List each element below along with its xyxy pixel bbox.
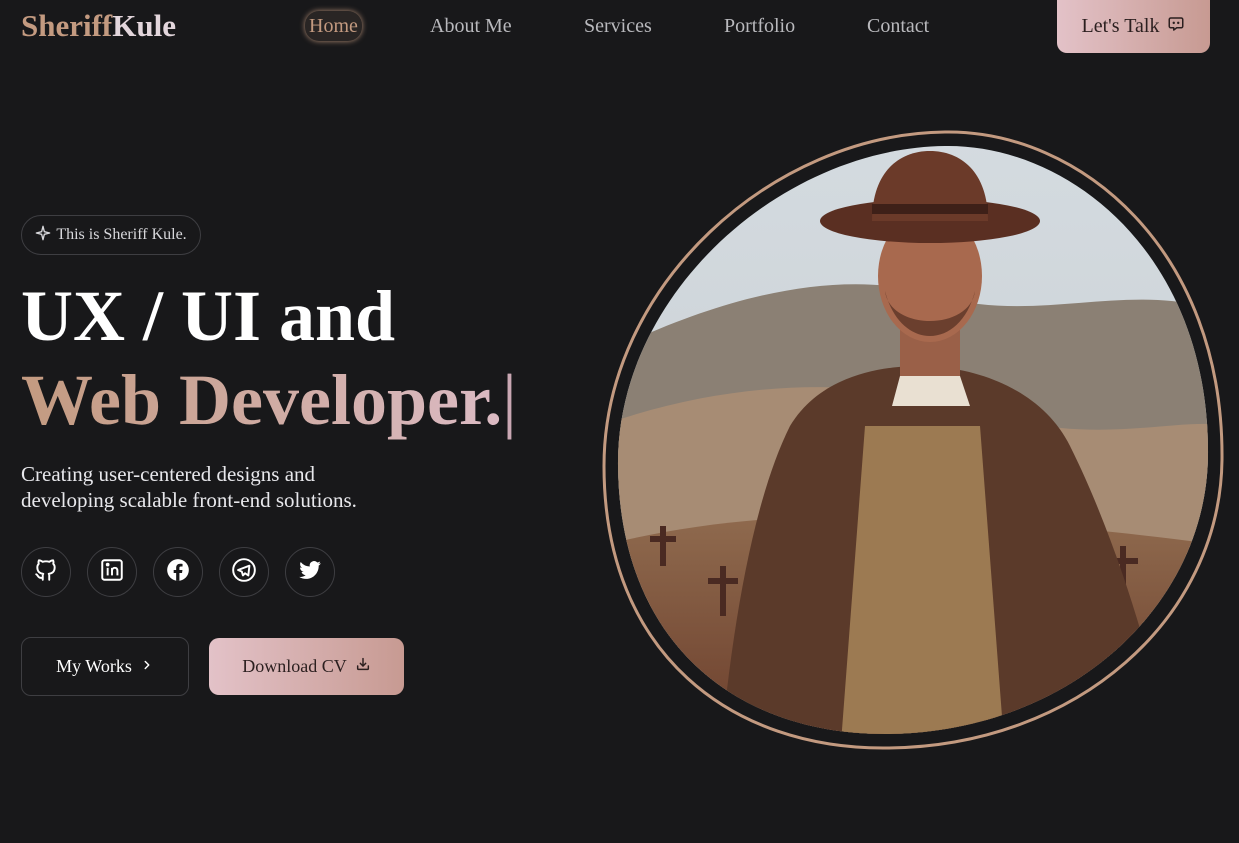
download-cv-button[interactable]: Download CV (209, 638, 404, 695)
telegram-icon (231, 557, 257, 588)
hero-title-line-2: Web Developer.| (21, 358, 517, 442)
site-logo[interactable]: SheriffKule (21, 8, 176, 44)
typing-cursor: | (502, 360, 517, 440)
nav-item-services[interactable]: Services (584, 11, 652, 41)
linkedin-icon (99, 557, 125, 588)
lets-talk-label: Let's Talk (1081, 15, 1160, 37)
download-cv-label: Download CV (242, 656, 347, 676)
nav-item-home[interactable]: Home (305, 11, 362, 41)
twitter-link[interactable] (285, 547, 335, 597)
github-link[interactable] (21, 547, 71, 597)
my-works-label: My Works (56, 656, 132, 676)
logo-first-part: Sheriff (21, 8, 113, 43)
portrait-photo (602, 130, 1224, 750)
twitter-icon (297, 557, 323, 588)
facebook-icon (165, 557, 191, 588)
chevron-right-icon (140, 656, 154, 677)
logo-second-part: Kule (112, 8, 176, 43)
social-links (21, 547, 335, 597)
portrait-frame (600, 126, 1230, 756)
hero-title-line-1: UX / UI and (21, 276, 396, 356)
nav-item-portfolio[interactable]: Portfolio (724, 11, 795, 41)
nav-item-contact[interactable]: Contact (867, 11, 929, 41)
linkedin-link[interactable] (87, 547, 137, 597)
sparkle-icon (35, 225, 51, 246)
hero-description: Creating user-centered designs and devel… (21, 462, 357, 512)
github-icon (33, 557, 59, 588)
intro-tag: This is Sheriff Kule. (21, 215, 201, 255)
my-works-button[interactable]: My Works (21, 637, 189, 696)
download-icon (355, 656, 371, 677)
telegram-link[interactable] (219, 547, 269, 597)
chat-bubble-icon (1167, 15, 1185, 39)
intro-tag-text: This is Sheriff Kule. (56, 226, 187, 243)
facebook-link[interactable] (153, 547, 203, 597)
lets-talk-button[interactable]: Let's Talk (1057, 0, 1210, 53)
nav-item-about[interactable]: About Me (430, 11, 512, 41)
hero-title-highlight: Web Developer. (21, 360, 503, 440)
